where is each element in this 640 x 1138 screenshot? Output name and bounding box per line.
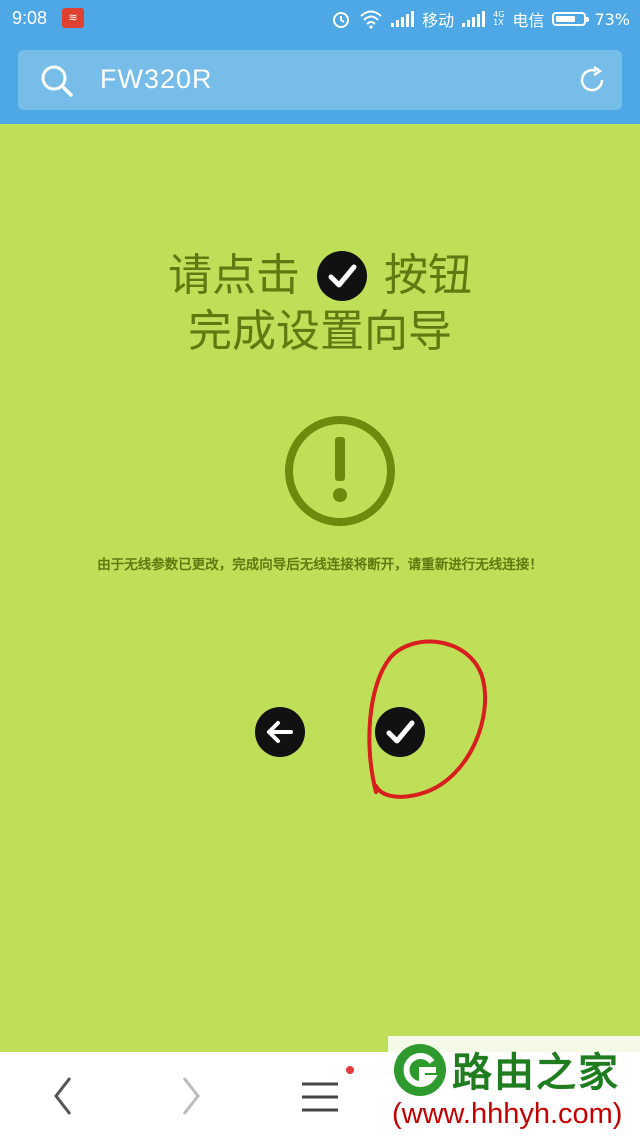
signal-icon-2 (462, 11, 486, 27)
status-time: 9:08 (12, 8, 48, 28)
signal-icon (391, 11, 415, 27)
check-icon (317, 251, 367, 301)
watermark-url: (www.hhhyh.com) (392, 1098, 623, 1130)
instruction-subtitle: 完成设置向导 (188, 306, 452, 357)
battery-icon (552, 12, 590, 26)
chevron-right-icon[interactable] (178, 1074, 204, 1118)
watermark-title: 路由之家 (452, 1050, 620, 1096)
carrier-1: 移动 (422, 11, 455, 30)
watermark-logo-icon (394, 1044, 446, 1096)
network-type: 4G 1X (493, 10, 505, 27)
wireless-notice: 由于无线参数已更改，完成向导后无线连接将断开，请重新进行无线连接！ (97, 557, 543, 573)
browser-header: 9:08 ≋ 移动 4G 1X 电信 73% FW320R (0, 0, 640, 124)
status-indicators: 移动 4G 1X 电信 73% (331, 8, 630, 30)
search-icon[interactable] (40, 64, 74, 98)
notification-dot (346, 1066, 354, 1074)
battery-percent: 73% (594, 9, 630, 29)
carrier-2: 电信 (512, 11, 545, 30)
status-bar: 9:08 ≋ 移动 4G 1X 电信 73% (0, 0, 640, 38)
chevron-left-icon[interactable] (50, 1074, 76, 1118)
wifi-icon (360, 10, 382, 29)
instruction-title: 请点击 按钮 (0, 250, 640, 302)
title-text-before: 请点击 (168, 250, 300, 301)
notification-icon: ≋ (62, 8, 84, 28)
exclamation-circle-icon (285, 416, 395, 526)
back-button[interactable] (254, 706, 306, 758)
red-annotation-circle (367, 639, 488, 799)
address-bar[interactable]: FW320R (18, 50, 622, 110)
alarm-icon (333, 12, 350, 28)
title-text-after: 按钮 (384, 250, 472, 301)
menu-icon[interactable] (300, 1080, 340, 1114)
watermark: 路由之家 (www.hhhyh.com) (388, 1036, 640, 1138)
address-text[interactable]: FW320R (100, 64, 213, 95)
refresh-icon[interactable] (576, 64, 608, 96)
